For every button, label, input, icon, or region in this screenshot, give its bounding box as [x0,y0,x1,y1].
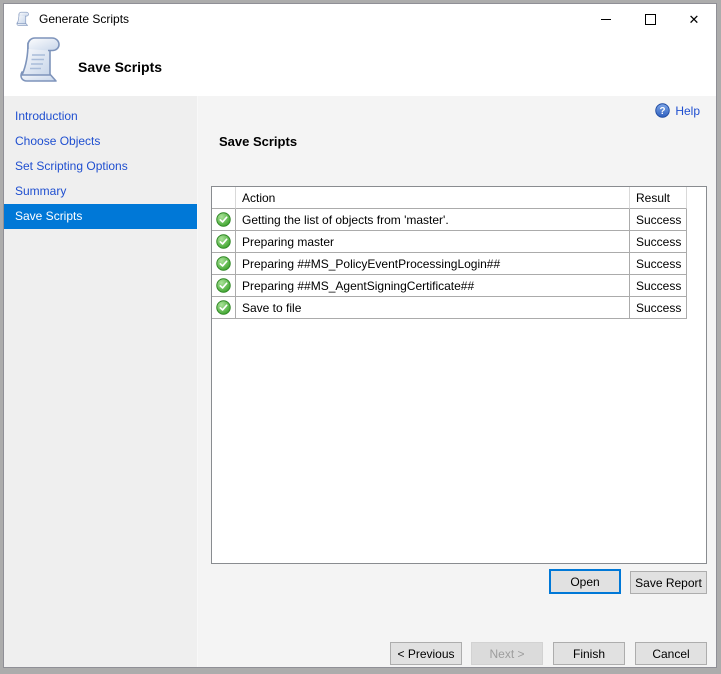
title-bar[interactable]: Generate Scripts ✕ [4,4,716,34]
sidebar-item-introduction[interactable]: Introduction [4,104,197,129]
main-panel: ? Help Save Scripts Action Result [198,96,716,667]
window-controls: ✕ [584,4,716,34]
status-column-header[interactable] [212,187,236,209]
maximize-button[interactable] [628,4,672,34]
help-icon: ? [655,103,670,118]
minimize-icon [601,19,611,20]
success-check-icon [216,234,231,249]
result-cell: Success [630,253,687,275]
table-row[interactable]: Save to file Success [212,297,687,319]
result-cell: Success [630,231,687,253]
close-icon: ✕ [689,13,700,26]
close-button[interactable]: ✕ [672,4,716,34]
action-cell: Preparing master [236,231,630,253]
minimize-button[interactable] [584,4,628,34]
result-cell: Success [630,297,687,319]
success-check-icon [216,278,231,293]
next-button: Next > [471,642,543,665]
wizard-header: Save Scripts [4,34,716,96]
open-button[interactable]: Open [549,569,621,594]
generate-scripts-window: Generate Scripts ✕ Save Scripts Introduc… [3,3,717,668]
result-cell: Success [630,209,687,231]
window-title: Generate Scripts [39,12,129,26]
table-row[interactable]: Preparing ##MS_AgentSigningCertificate##… [212,275,687,297]
save-report-button[interactable]: Save Report [630,571,707,594]
svg-text:?: ? [660,106,666,117]
previous-button[interactable]: < Previous [390,642,462,665]
sidebar-item-save-scripts[interactable]: Save Scripts [4,204,197,229]
maximize-icon [645,14,656,25]
table-row[interactable]: Getting the list of objects from 'master… [212,209,687,231]
success-check-icon [216,300,231,315]
scroll-icon [15,11,31,27]
result-cell: Success [630,275,687,297]
help-label: Help [675,104,700,118]
scroll-icon [15,35,67,85]
wizard-steps-sidebar: Introduction Choose Objects Set Scriptin… [4,96,198,667]
success-check-icon [216,212,231,227]
cancel-button[interactable]: Cancel [635,642,707,665]
help-link[interactable]: ? Help [655,103,700,118]
table-row[interactable]: Preparing master Success [212,231,687,253]
action-column-header[interactable]: Action [236,187,630,209]
sidebar-item-set-scripting-options[interactable]: Set Scripting Options [4,154,197,179]
results-table: Action Result Getting the list of object… [211,186,707,564]
success-check-icon [216,256,231,271]
page-title: Save Scripts [78,59,162,75]
finish-button[interactable]: Finish [553,642,625,665]
action-cell: Preparing ##MS_AgentSigningCertificate## [236,275,630,297]
action-cell: Preparing ##MS_PolicyEventProcessingLogi… [236,253,630,275]
action-cell: Getting the list of objects from 'master… [236,209,630,231]
table-header-row: Action Result [212,187,687,209]
result-column-header[interactable]: Result [630,187,687,209]
section-title: Save Scripts [219,134,297,149]
sidebar-item-choose-objects[interactable]: Choose Objects [4,129,197,154]
table-row[interactable]: Preparing ##MS_PolicyEventProcessingLogi… [212,253,687,275]
action-cell: Save to file [236,297,630,319]
sidebar-item-summary[interactable]: Summary [4,179,197,204]
